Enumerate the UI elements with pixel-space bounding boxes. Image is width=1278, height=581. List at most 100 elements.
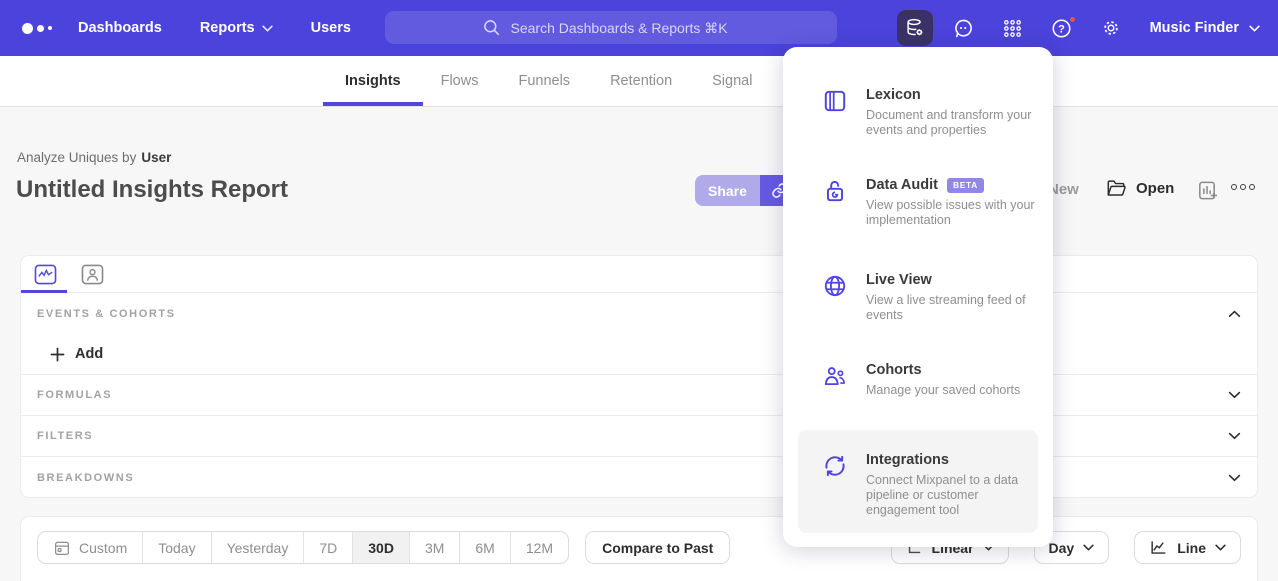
- time-controls-card: Custom Today Yesterday 7D 30D 3M 6M 12M …: [20, 516, 1258, 581]
- notification-dot: [1068, 15, 1077, 24]
- menu-item-title: Data AuditBETA: [866, 177, 1038, 193]
- analyze-subtitle: Analyze Uniques byUser: [17, 150, 171, 165]
- settings-button[interactable]: [1093, 10, 1129, 46]
- date-range-group: Custom Today Yesterday 7D 30D 3M 6M 12M: [37, 531, 569, 564]
- live-view-globe-icon: [822, 272, 848, 323]
- data-management-icon: [904, 17, 926, 39]
- data-management-menu: Lexicon Document and transform your even…: [783, 47, 1053, 547]
- filters-header: FILTERS: [37, 430, 93, 442]
- chevron-up-icon[interactable]: [1228, 310, 1241, 318]
- active-tab-underline: [323, 102, 423, 106]
- menu-item-lexicon[interactable]: Lexicon Document and transform your even…: [783, 87, 1053, 138]
- line-chart-icon: [1149, 538, 1168, 557]
- range-6m[interactable]: 6M: [460, 532, 510, 563]
- nav-reports-label: Reports: [200, 20, 255, 36]
- compare-to-past-button[interactable]: Compare to Past: [585, 531, 730, 564]
- menu-item-title: Cohorts: [866, 362, 1038, 378]
- nav-dashboards[interactable]: Dashboards: [78, 20, 162, 36]
- range-12m[interactable]: 12M: [511, 532, 568, 563]
- search-input[interactable]: [511, 20, 741, 36]
- open-report-button[interactable]: Open: [1106, 179, 1174, 198]
- more-options-button[interactable]: [1231, 184, 1255, 190]
- builder-icon-tabs: [21, 256, 1257, 293]
- chevron-down-icon: [1083, 544, 1094, 551]
- tab-funnels[interactable]: Funnels: [518, 56, 570, 106]
- global-search[interactable]: [385, 11, 837, 44]
- breakdowns-header: BREAKDOWNS: [37, 472, 134, 484]
- folder-icon: [1106, 179, 1127, 198]
- share-button[interactable]: Share: [695, 175, 760, 206]
- beta-badge: BETA: [947, 178, 984, 193]
- add-to-dashboard-icon: [1196, 179, 1219, 202]
- plus-icon: [50, 347, 65, 362]
- nav-reports[interactable]: Reports: [200, 20, 273, 36]
- tab-retention[interactable]: Retention: [610, 56, 672, 106]
- apps-grid-button[interactable]: [995, 10, 1031, 46]
- range-3m[interactable]: 3M: [410, 532, 460, 563]
- chevron-down-icon[interactable]: [1228, 391, 1241, 399]
- help-button[interactable]: ?: [1044, 10, 1080, 46]
- menu-item-title: Live View: [866, 272, 1038, 288]
- analyze-entity[interactable]: User: [141, 150, 171, 165]
- formulas-section[interactable]: FORMULAS: [21, 375, 1257, 416]
- chevron-down-icon[interactable]: [1228, 432, 1241, 440]
- menu-item-cohorts[interactable]: Cohorts Manage your saved cohorts: [783, 362, 1053, 398]
- events-view-tab[interactable]: [34, 264, 57, 285]
- report-toolbar: Share New Open: [0, 175, 1278, 207]
- cohorts-people-icon: [822, 362, 848, 398]
- tab-flows[interactable]: Flows: [441, 56, 479, 106]
- svg-text:?: ?: [1058, 23, 1065, 35]
- events-cohorts-header: EVENTS & COHORTS: [37, 308, 176, 320]
- range-today[interactable]: Today: [143, 532, 211, 563]
- nav-users-label: Users: [311, 20, 351, 36]
- data-management-button[interactable]: [897, 10, 933, 46]
- apps-grid-icon: [1002, 18, 1023, 39]
- project-switcher[interactable]: Music Finder: [1150, 20, 1260, 36]
- chevron-down-icon: [1215, 544, 1226, 551]
- menu-item-data-audit[interactable]: Data AuditBETA View possible issues with…: [783, 177, 1053, 228]
- menu-item-description: View a live streaming feed of events: [866, 293, 1038, 323]
- top-navbar: Dashboards Reports Users ?: [0, 0, 1278, 56]
- chevron-down-icon: [1249, 25, 1260, 32]
- integrations-sync-icon: [822, 452, 848, 518]
- menu-item-description: Connect Mixpanel to a data pipeline or c…: [866, 473, 1038, 518]
- search-icon: [482, 18, 501, 37]
- tab-insights[interactable]: Insights: [345, 56, 401, 106]
- breakdowns-section[interactable]: BREAKDOWNS: [21, 457, 1257, 498]
- data-audit-lock-icon: [822, 177, 848, 228]
- filters-section[interactable]: FILTERS: [21, 416, 1257, 457]
- menu-item-live-view[interactable]: Live View View a live streaming feed of …: [783, 272, 1053, 323]
- chevron-down-icon[interactable]: [1228, 474, 1241, 482]
- menu-item-description: Document and transform your events and p…: [866, 108, 1038, 138]
- range-7d[interactable]: 7D: [304, 532, 353, 563]
- menu-item-integrations[interactable]: Integrations Connect Mixpanel to a data …: [783, 452, 1053, 518]
- menu-item-description: Manage your saved cohorts: [866, 383, 1038, 398]
- report-tabbar: Insights Flows Funnels Retention Signal …: [0, 56, 1278, 107]
- calendar-icon: [53, 539, 71, 557]
- messages-icon: [952, 17, 975, 40]
- add-event-row: Add: [21, 334, 1257, 375]
- mixpanel-logo[interactable]: [22, 23, 68, 34]
- add-to-dashboard-button[interactable]: [1196, 179, 1219, 207]
- formulas-header: FORMULAS: [37, 389, 112, 401]
- chart-type-dropdown[interactable]: Line: [1134, 531, 1241, 564]
- range-yesterday[interactable]: Yesterday: [212, 532, 305, 563]
- range-30d[interactable]: 30D: [353, 532, 410, 563]
- events-cohorts-section[interactable]: EVENTS & COHORTS: [21, 293, 1257, 334]
- add-event-button[interactable]: Add: [50, 346, 103, 362]
- line-chart-tab-icon: [34, 264, 57, 285]
- menu-item-title: Lexicon: [866, 87, 1038, 103]
- tab-signal[interactable]: Signal: [712, 56, 752, 106]
- profile-tab-icon: [81, 264, 104, 285]
- nav-dashboards-label: Dashboards: [78, 20, 162, 36]
- chevron-down-icon: [262, 25, 273, 32]
- range-custom[interactable]: Custom: [38, 532, 143, 563]
- profiles-view-tab[interactable]: [81, 264, 104, 285]
- project-name: Music Finder: [1150, 20, 1239, 36]
- query-builder-card: EVENTS & COHORTS Add FORMULAS FILTERS BR…: [20, 255, 1258, 498]
- menu-item-description: View possible issues with your implement…: [866, 198, 1038, 228]
- nav-users[interactable]: Users: [311, 20, 351, 36]
- lexicon-book-icon: [822, 87, 848, 138]
- messages-button[interactable]: [946, 10, 982, 46]
- menu-item-title: Integrations: [866, 452, 1038, 468]
